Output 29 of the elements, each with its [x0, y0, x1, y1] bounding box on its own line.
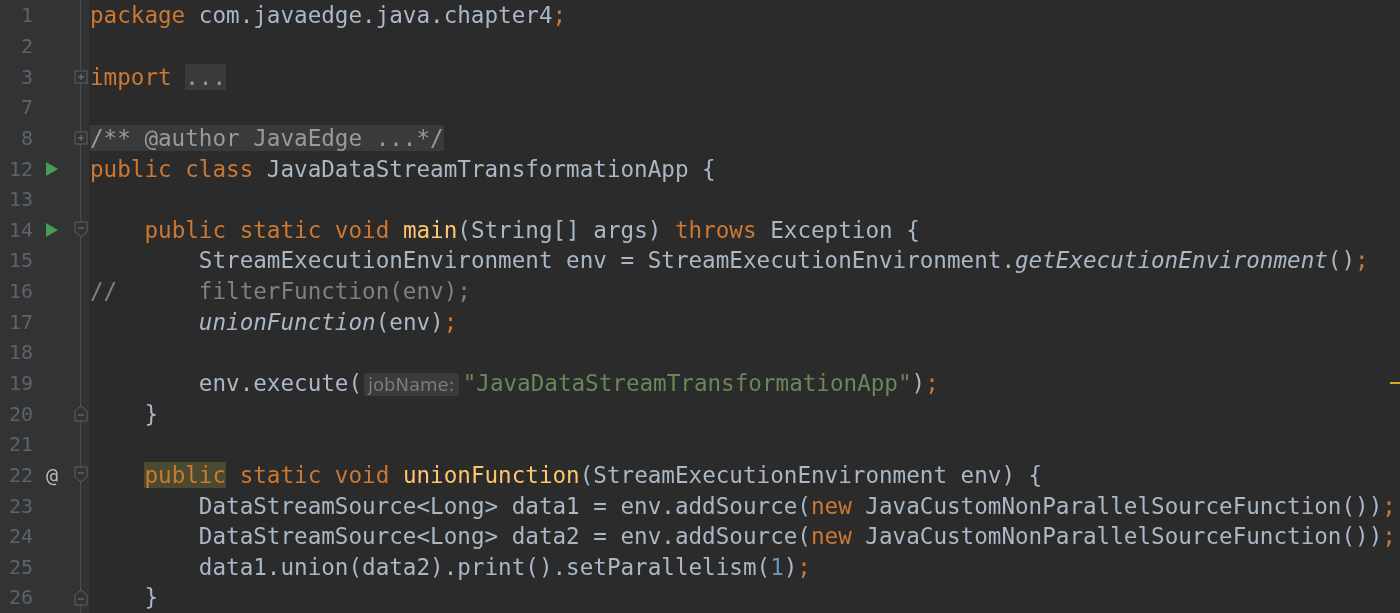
warning-stripe-mark[interactable]	[1390, 382, 1400, 384]
collapse-icon[interactable]	[73, 466, 88, 484]
code-text: package com.javaedge.java.chapter4;	[90, 2, 567, 29]
code-text: import	[90, 63, 173, 90]
code-text: data1.union(data2).print().setParallelism(1);	[198, 553, 811, 580]
code-text: StreamExecutionEnvironment env = StreamExecutionEnvironment.getExecutionEnvironment();	[198, 247, 1369, 274]
fold-end-icon[interactable]	[73, 589, 88, 606]
expand-icon[interactable]	[73, 69, 88, 84]
code-text: env.execute(	[198, 370, 363, 396]
code-text: unionFunction(env);	[198, 308, 458, 335]
code-text: DataStreamSource<Long> data1 = env.addSource(new JavaCustomNonParallelSourceFunction());	[198, 492, 1396, 519]
folded-code[interactable]: ...	[185, 63, 227, 90]
code-text: public class JavaDataStreamTransformationApp {	[90, 155, 716, 182]
highlighted-keyword: public	[144, 461, 227, 488]
collapse-icon[interactable]	[73, 221, 88, 239]
parameter-hint: jobName:	[364, 373, 459, 396]
code-text: public static void main(String[] args) throws Exception {	[144, 216, 920, 243]
override-marker[interactable]: @	[45, 462, 58, 487]
code-text: }	[144, 400, 159, 427]
fold-end-icon[interactable]	[73, 405, 88, 423]
expand-icon[interactable]	[73, 130, 88, 145]
code-text: }	[144, 584, 159, 611]
code-text: "JavaDataStreamTransformationApp");	[462, 370, 939, 396]
code-text: // filterFunction(env);	[90, 278, 471, 305]
code-text: static void unionFunction(StreamExecutionEnvironment env) {	[239, 461, 1043, 488]
code-text: DataStreamSource<Long> data2 = env.addSource(new JavaCustomNonParallelSourceFunction());	[198, 523, 1396, 550]
folded-code[interactable]: /** @author JavaEdge ...*/	[90, 124, 444, 151]
run-icon[interactable]	[45, 160, 59, 177]
run-icon[interactable]	[45, 221, 59, 238]
